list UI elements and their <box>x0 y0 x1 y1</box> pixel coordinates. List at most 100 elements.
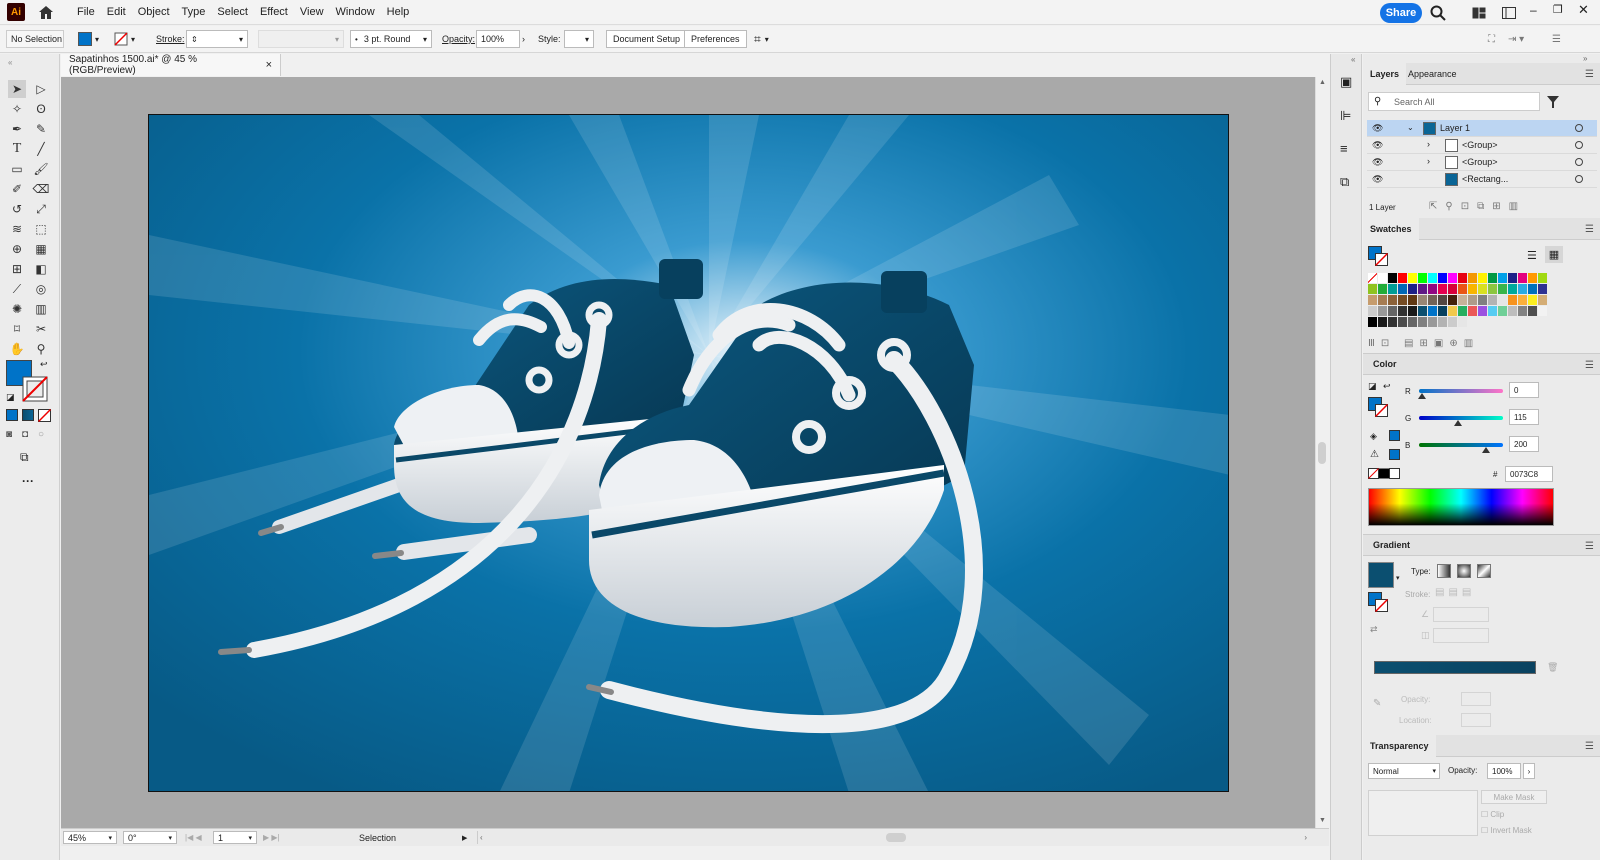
stroke-panel-icon[interactable]: ≡ <box>1340 141 1348 156</box>
blend-mode-select[interactable]: Normal ▾ <box>1368 763 1440 779</box>
r-slider[interactable] <box>1419 389 1503 393</box>
grid-view-icon[interactable]: ▦ <box>1545 246 1563 263</box>
stroke-weight-field[interactable]: ⇕ ▾ <box>186 30 248 48</box>
gradient-panel-header[interactable]: Gradient ☰ <box>1363 534 1600 556</box>
color-swatch[interactable] <box>1378 284 1387 294</box>
menu-view[interactable]: View <box>300 6 324 18</box>
swatch-grid[interactable] <box>1368 273 1552 331</box>
freeform-gradient-icon[interactable] <box>1477 564 1491 578</box>
color-stroke-indicator[interactable] <box>1375 404 1388 417</box>
none-mode-icon[interactable] <box>38 409 51 422</box>
menu-effect[interactable]: Effect <box>260 6 288 18</box>
color-swatch[interactable] <box>1478 273 1487 283</box>
gradient-slider[interactable] <box>1374 661 1536 674</box>
b-value-field[interactable]: 200 <box>1509 436 1539 452</box>
transparency-opacity-field[interactable]: 100% <box>1487 763 1521 779</box>
color-swatch[interactable] <box>1388 295 1397 305</box>
color-swatch[interactable] <box>1498 295 1507 305</box>
b-slider-handle[interactable] <box>1482 447 1490 453</box>
color-swatch[interactable] <box>1528 295 1537 305</box>
transparency-menu-icon[interactable]: ☰ <box>1585 741 1594 752</box>
color-swatch[interactable] <box>1498 273 1507 283</box>
color-spectrum[interactable] <box>1368 488 1554 526</box>
aspect-ratio-field[interactable] <box>1433 628 1489 643</box>
b-slider[interactable] <box>1419 443 1503 447</box>
opacity-label[interactable]: Opacity: <box>442 30 475 48</box>
last-artboard-icon[interactable]: ▶ ▶| <box>263 831 280 844</box>
color-swatch[interactable] <box>1398 317 1407 327</box>
default-colors-icon[interactable]: ◪ <box>1368 381 1377 392</box>
color-swatch[interactable] <box>1498 306 1507 316</box>
color-swatch[interactable] <box>1498 284 1507 294</box>
color-menu-icon[interactable]: ☰ <box>1585 360 1594 371</box>
tab-transparency[interactable]: Transparency <box>1363 735 1436 757</box>
horizontal-scrollbar[interactable]: ‹ › <box>477 831 1307 844</box>
color-swatch[interactable] <box>1388 306 1397 316</box>
variable-width-profile[interactable]: ▾ <box>258 30 344 48</box>
draw-inside-icon[interactable]: ○ <box>38 429 44 440</box>
arrange-icon[interactable]: ⇥ ▾ <box>1508 30 1524 48</box>
panel-menu-icon[interactable]: ☰ <box>1552 30 1561 48</box>
color-swatch[interactable] <box>1488 284 1497 294</box>
slice-tool-icon[interactable]: ✂ <box>32 320 50 338</box>
scale-tool-icon[interactable]: ⤢ <box>32 200 50 218</box>
gradient-presets-arrow-icon[interactable]: ▾ <box>1396 574 1400 582</box>
line-tool-icon[interactable]: ╱ <box>32 140 50 158</box>
color-swatch[interactable] <box>1488 295 1497 305</box>
draw-normal-icon[interactable]: ◙ <box>6 429 12 440</box>
screen-mode-icon[interactable]: ⧉ <box>20 450 29 465</box>
color-swatch[interactable] <box>1518 295 1527 305</box>
collapse-panels-icon[interactable]: » <box>1583 54 1587 63</box>
scroll-down-icon[interactable]: ▼ <box>1319 817 1326 824</box>
preferences-button[interactable]: Preferences <box>684 30 747 48</box>
workspace-icon[interactable] <box>1502 7 1516 19</box>
shape-builder-tool-icon[interactable]: ⊕ <box>8 240 26 258</box>
artboard-tool-icon[interactable]: ⌑ <box>8 320 26 338</box>
menu-edit[interactable]: Edit <box>107 6 126 18</box>
visibility-eye-icon[interactable]: 👁 <box>1372 140 1383 151</box>
rotation-field[interactable]: 0° ▾ <box>123 831 177 844</box>
swap-colors-icon[interactable]: ↩ <box>40 359 48 370</box>
paintbrush-tool-icon[interactable]: 🖌 <box>32 160 50 178</box>
color-swatch[interactable] <box>1518 284 1527 294</box>
clip-checkbox[interactable]: ☐ Clip <box>1481 810 1504 819</box>
make-mask-button[interactable]: Make Mask <box>1481 790 1547 804</box>
color-swatch[interactable] <box>1438 317 1447 327</box>
artboard[interactable] <box>148 114 1229 792</box>
hex-value-field[interactable]: 0073C8 <box>1505 466 1553 482</box>
color-swatch[interactable] <box>1438 273 1447 283</box>
horizontal-scroll-thumb[interactable] <box>886 833 906 842</box>
color-swatch[interactable] <box>1398 295 1407 305</box>
color-swatch[interactable] <box>1468 284 1477 294</box>
color-swatch[interactable] <box>1398 284 1407 294</box>
arrange-documents-icon[interactable] <box>1472 7 1486 19</box>
color-swatch[interactable] <box>1398 273 1407 283</box>
zoom-field[interactable]: 45% ▾ <box>63 831 117 844</box>
eraser-tool-icon[interactable]: ⌫ <box>32 180 50 198</box>
color-swatch[interactable] <box>1508 306 1517 316</box>
symbol-sprayer-tool-icon[interactable]: ✺ <box>8 300 26 318</box>
gradient-opacity-field[interactable] <box>1461 692 1491 706</box>
collapse-tools-icon[interactable]: « <box>8 58 12 67</box>
color-swatch[interactable] <box>1418 317 1427 327</box>
graphic-style-picker[interactable]: ▾ <box>564 30 594 48</box>
gradient-mode-icon[interactable] <box>22 409 34 421</box>
magic-wand-tool-icon[interactable]: ✧ <box>8 100 26 118</box>
tab-swatches[interactable]: Swatches <box>1363 218 1419 240</box>
color-swatch[interactable] <box>1478 306 1487 316</box>
color-swatch[interactable] <box>1368 317 1377 327</box>
color-swatch[interactable] <box>1408 306 1417 316</box>
target-circle-icon[interactable] <box>1575 158 1583 166</box>
stroke-swatch[interactable]: ▾ <box>114 30 135 48</box>
selection-tool-icon[interactable]: ➤ <box>8 80 26 98</box>
target-circle-icon[interactable] <box>1575 124 1583 132</box>
layer-row-group[interactable]: 👁 › <Group> <box>1367 137 1597 154</box>
color-swatch[interactable] <box>1408 273 1417 283</box>
fill-swatch[interactable]: ▾ <box>78 30 99 48</box>
radial-gradient-icon[interactable] <box>1457 564 1471 578</box>
scroll-left-icon[interactable]: ‹ <box>480 833 483 842</box>
color-swatch[interactable] <box>1408 317 1417 327</box>
pathfinder-panel-icon[interactable]: ⧉ <box>1340 174 1349 190</box>
gradient-location-field[interactable] <box>1461 713 1491 727</box>
invert-mask-checkbox[interactable]: ☐ Invert Mask <box>1481 826 1532 835</box>
